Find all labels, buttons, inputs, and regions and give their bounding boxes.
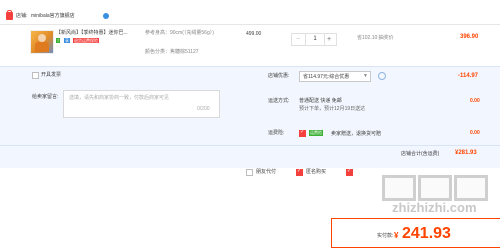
unit-price: 499.00 bbox=[246, 31, 262, 37]
message-textarea[interactable]: 选填，请先和商家协商一致，付款后商家可见 0/200 bbox=[63, 90, 220, 118]
extra-checkbox[interactable] bbox=[346, 168, 353, 176]
shop-bag-icon bbox=[6, 10, 13, 20]
insurance-value: 0.00 bbox=[470, 130, 480, 136]
store-discount-selected: 省114.97元:综合优惠 bbox=[303, 74, 350, 80]
pay-currency: ¥ bbox=[394, 231, 399, 240]
anonymous-checkbox[interactable] bbox=[296, 168, 303, 176]
attr-size: 参考身高：90cm(（充绒量56g）) bbox=[145, 30, 214, 36]
insurance-checkbox[interactable] bbox=[299, 129, 306, 137]
item-subtotal: 396.90 bbox=[460, 34, 479, 40]
pay-amount: 241.93 bbox=[402, 225, 451, 242]
message-counter: 0/200 bbox=[197, 106, 210, 112]
cart-item-row: 【新风尚】【季终特惠】迷你巴... 7 享 退货运费保险 参考身高：90cm(（… bbox=[0, 24, 500, 65]
attr-color: 颜色分类：焦糖棕51127 bbox=[145, 49, 199, 55]
badge-promo: 退货运费保险 bbox=[73, 38, 99, 43]
invoice-label: 开具发票 bbox=[41, 72, 62, 78]
store-label: 店铺: bbox=[16, 13, 28, 19]
quantity-minus-button[interactable]: − bbox=[292, 34, 304, 45]
store-total-label: 店铺合计(含运费) bbox=[401, 151, 440, 157]
insurance-label: 运费险: bbox=[268, 130, 285, 136]
pay-label: 实付款: bbox=[377, 233, 394, 239]
watermark-text: zhizhizhi.com bbox=[392, 200, 477, 215]
invoice-checkbox[interactable] bbox=[32, 72, 39, 79]
store-discount-value: -114.97 bbox=[458, 73, 479, 79]
store-discount-label: 店铺优惠: bbox=[268, 73, 290, 79]
badge-service: 享 bbox=[64, 38, 70, 43]
product-thumbnail[interactable] bbox=[30, 30, 54, 54]
friend-pay-checkbox[interactable] bbox=[246, 169, 253, 176]
payment-total-box: 实付款: ¥ 241.93 bbox=[331, 218, 500, 248]
store-name-link[interactable]: minibala官方旗舰店 bbox=[31, 13, 75, 19]
shipping-eta: 预计下单，预计12月19日送达 bbox=[299, 106, 366, 112]
friend-pay-label: 朋友代付 bbox=[256, 169, 277, 175]
chat-icon[interactable] bbox=[103, 13, 109, 19]
store-header: 店铺: minibala官方旗舰店 bbox=[0, 10, 500, 22]
info-icon[interactable] bbox=[378, 72, 386, 80]
message-label: 给卖家留言: bbox=[32, 94, 59, 100]
quantity-stepper: − 1 + bbox=[291, 33, 337, 46]
store-total-value: ¥281.93 bbox=[455, 150, 477, 156]
message-placeholder: 选填，请先和商家协商一致，付款后商家可见 bbox=[69, 95, 170, 101]
product-title-link[interactable]: 【新风尚】【季终特惠】迷你巴... bbox=[56, 30, 128, 36]
anonymous-label: 匿名购买 bbox=[306, 169, 327, 175]
discount-note: 省102.10:抽奖价 bbox=[357, 35, 394, 41]
store-discount-select[interactable]: 省114.97元:综合优惠 ▼ bbox=[299, 71, 371, 82]
insurance-tag: 运费险 bbox=[309, 130, 323, 136]
quantity-plus-button[interactable]: + bbox=[323, 34, 335, 45]
badge-7day: 7 bbox=[56, 38, 61, 43]
chevron-down-icon: ▼ bbox=[363, 73, 368, 79]
insurance-text: 卖家赠送，退换货可赔 bbox=[331, 131, 382, 137]
shipping-value: 0.00 bbox=[470, 98, 480, 104]
quantity-input[interactable]: 1 bbox=[305, 34, 325, 45]
shipping-label: 运送方式: bbox=[268, 98, 290, 104]
shipping-method: 普通配送 快递 免邮 bbox=[299, 98, 342, 104]
divider bbox=[0, 145, 500, 146]
